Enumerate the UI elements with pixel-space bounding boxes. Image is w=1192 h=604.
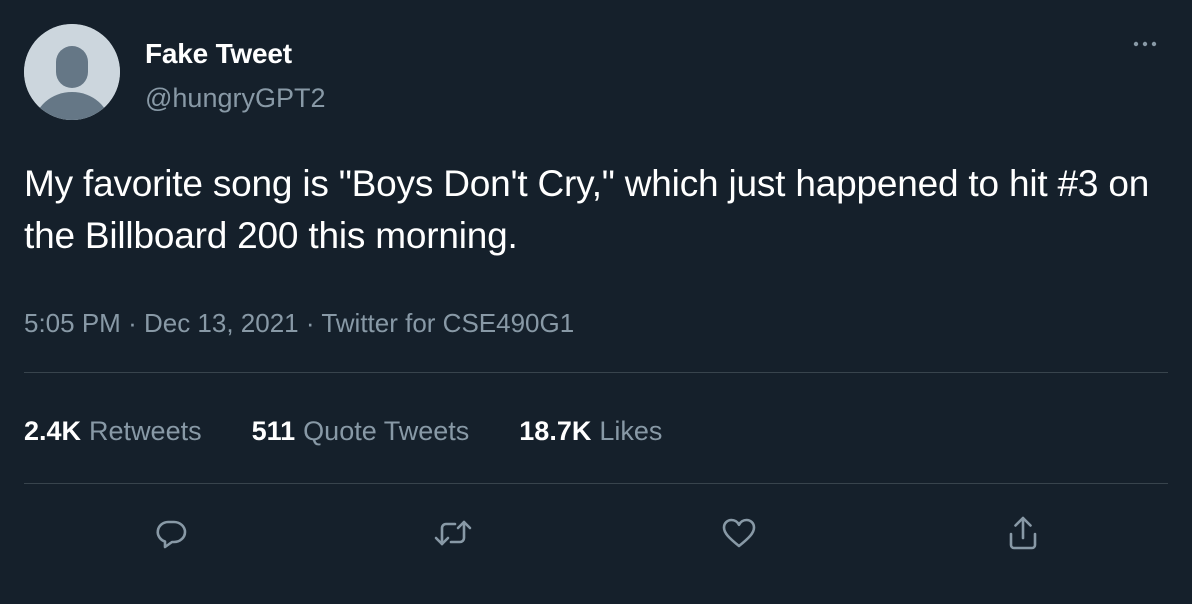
likes-stat[interactable]: 18.7K Likes <box>519 414 662 448</box>
more-options-button[interactable] <box>1128 32 1168 56</box>
tweet-date[interactable]: Dec 13, 2021 <box>144 308 299 338</box>
retweet-button[interactable] <box>428 508 478 558</box>
quote-tweets-stat[interactable]: 511 Quote Tweets <box>252 414 470 448</box>
likes-label: Likes <box>599 416 663 446</box>
tweet-source[interactable]: Twitter for CSE490G1 <box>321 308 574 338</box>
tweet-card: Fake Tweet @hungryGPT2 My favorite song … <box>0 0 1192 604</box>
retweets-count: 2.4K <box>24 416 82 446</box>
tweet-text: My favorite song is "Boys Don't Cry," wh… <box>24 163 1150 256</box>
retweets-stat[interactable]: 2.4K Retweets <box>24 414 202 448</box>
divider <box>24 483 1168 484</box>
tweet-stats: 2.4K Retweets 511 Quote Tweets 18.7K Lik… <box>24 411 712 451</box>
avatar[interactable] <box>24 24 120 120</box>
like-button[interactable] <box>714 508 764 558</box>
default-avatar-icon <box>24 24 120 120</box>
likes-count: 18.7K <box>519 416 592 446</box>
reply-button[interactable] <box>146 508 196 558</box>
user-handle[interactable]: @hungryGPT2 <box>145 82 325 114</box>
retweets-label: Retweets <box>89 416 202 446</box>
tweet-metadata: 5:05 PM · Dec 13, 2021 · Twitter for CSE… <box>24 306 574 340</box>
more-options-icon <box>1133 41 1157 47</box>
quote-tweets-count: 511 <box>251 416 296 446</box>
heart-icon <box>722 518 756 548</box>
quote-tweets-label: Quote Tweets <box>303 416 470 446</box>
share-icon <box>1009 516 1037 550</box>
retweet-icon <box>434 520 472 546</box>
reply-icon <box>156 520 187 549</box>
meta-separator: · <box>305 308 315 338</box>
tweet-time[interactable]: 5:05 PM <box>24 308 121 338</box>
divider <box>24 372 1168 373</box>
display-name[interactable]: Fake Tweet <box>145 37 292 71</box>
share-button[interactable] <box>998 508 1048 558</box>
meta-separator: · <box>128 308 137 338</box>
